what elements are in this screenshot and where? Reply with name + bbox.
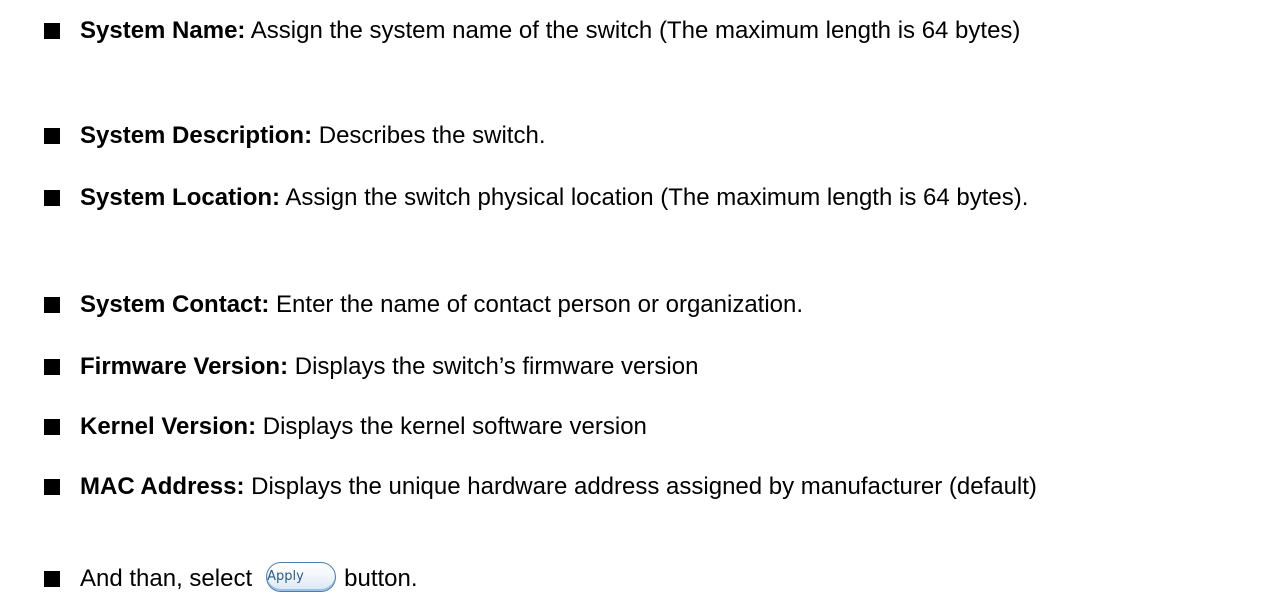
apply-button[interactable]: Apply xyxy=(266,561,337,592)
list-item-text: And than, select Apply button. xyxy=(80,558,1232,600)
square-bullet-icon xyxy=(44,419,60,435)
square-bullet-icon xyxy=(44,128,60,144)
instruction-suffix: button. xyxy=(344,565,418,592)
item-description: Displays the switch’s firmware version xyxy=(288,353,699,380)
square-bullet-icon xyxy=(44,23,60,39)
item-description: Assign the switch physical location (The… xyxy=(280,184,1029,211)
list-item-text: System Contact: Enter the name of contac… xyxy=(80,284,1232,326)
square-bullet-icon xyxy=(44,297,60,313)
item-description: Displays the kernel software version xyxy=(256,413,647,440)
item-description: Describes the switch. xyxy=(312,122,546,149)
list-item-text: Firmware Version: Displays the switch’s … xyxy=(80,346,1232,388)
item-label: System Name: xyxy=(80,17,246,44)
item-label: MAC Address: xyxy=(80,473,245,500)
list-item-text: Kernel Version: Displays the kernel soft… xyxy=(80,406,1232,448)
item-label: Firmware Version: xyxy=(80,353,289,380)
list-item-text: MAC Address: Displays the unique hardwar… xyxy=(80,466,1232,508)
instruction-prefix: And than, select xyxy=(80,565,253,592)
item-label: System Contact: xyxy=(80,291,270,318)
list-item-text: System Location: Assign the switch physi… xyxy=(80,177,1232,219)
square-bullet-icon xyxy=(44,359,60,375)
item-label: Kernel Version: xyxy=(80,413,257,440)
list-item-text: System Name: Assign the system name of t… xyxy=(80,10,1232,52)
square-bullet-icon xyxy=(44,479,60,495)
square-bullet-icon xyxy=(44,190,60,206)
item-label: System Description: xyxy=(80,122,313,149)
list-item-text: System Description: Describes the switch… xyxy=(80,115,1232,157)
item-description: Enter the name of contact person or orga… xyxy=(269,291,804,318)
square-bullet-icon xyxy=(44,571,60,587)
item-description: Assign the system name of the switch (Th… xyxy=(245,17,1021,44)
item-label: System Location: xyxy=(80,184,281,211)
item-description: Displays the unique hardware address ass… xyxy=(244,473,1037,500)
